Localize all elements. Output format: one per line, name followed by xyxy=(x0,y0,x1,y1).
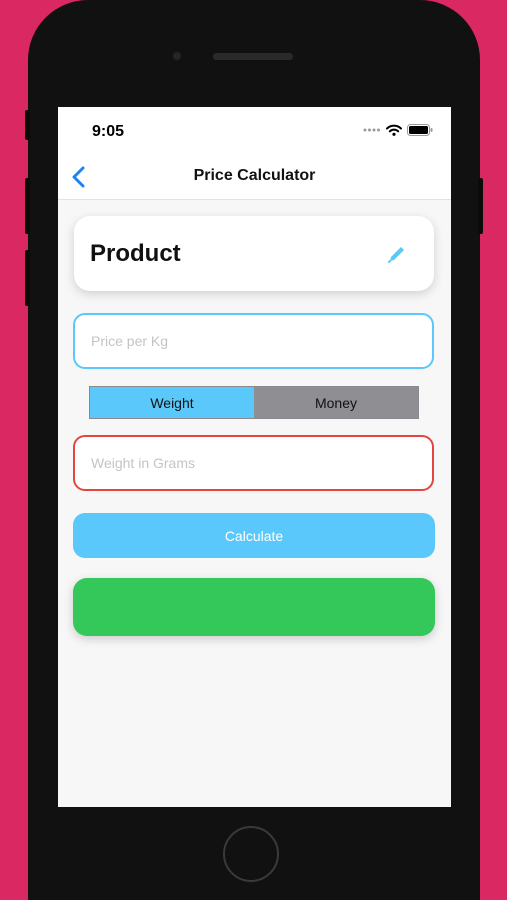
mute-switch xyxy=(25,110,30,140)
product-card: Product xyxy=(74,216,434,291)
pencil-icon[interactable] xyxy=(386,243,408,265)
wifi-icon xyxy=(386,124,402,136)
battery-icon xyxy=(407,124,433,136)
app-screen: 9:05 Price Calculator Product Price per … xyxy=(58,107,451,807)
earpiece-speaker xyxy=(213,53,293,60)
segment-weight[interactable]: Weight xyxy=(90,387,254,418)
calculate-button[interactable]: Calculate xyxy=(73,513,435,558)
product-title: Product xyxy=(90,240,181,267)
page-title: Price Calculator xyxy=(193,167,316,184)
result-panel xyxy=(73,578,435,636)
front-camera xyxy=(173,52,181,60)
navigation-bar: Price Calculator xyxy=(58,155,451,200)
status-icons xyxy=(363,124,433,136)
price-per-kg-input[interactable] xyxy=(73,313,434,369)
home-button[interactable] xyxy=(223,826,279,882)
volume-down-button xyxy=(25,250,30,306)
status-time: 9:05 xyxy=(92,123,125,140)
volume-up-button xyxy=(25,178,30,234)
power-button xyxy=(478,178,483,234)
status-bar: 9:05 xyxy=(58,107,451,155)
cellular-signal-icon xyxy=(363,128,380,132)
weight-in-grams-input[interactable] xyxy=(73,435,434,491)
mode-segmented-control: Weight Money xyxy=(89,386,419,419)
segment-money[interactable]: Money xyxy=(254,387,418,418)
